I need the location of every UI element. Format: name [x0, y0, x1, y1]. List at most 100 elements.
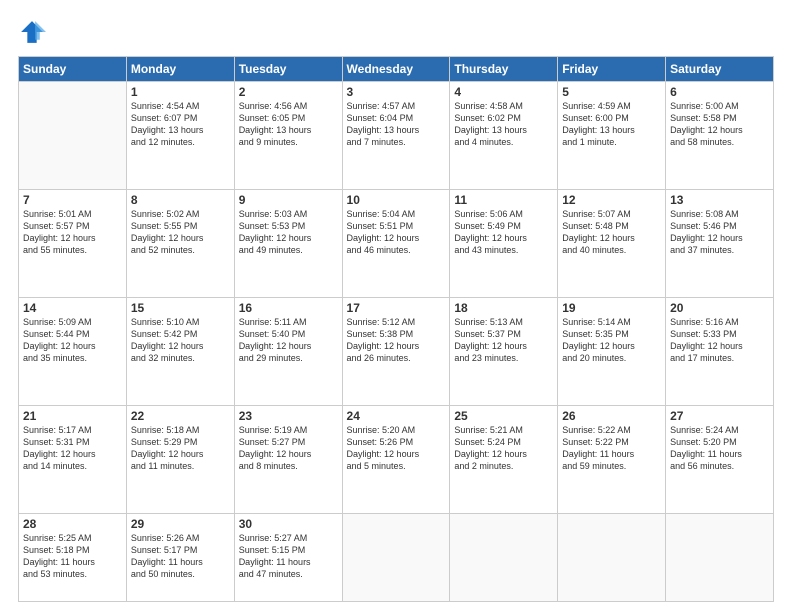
day-number: 13: [670, 193, 769, 207]
cell-info: Sunrise: 5:11 AMSunset: 5:40 PMDaylight:…: [239, 316, 338, 365]
week-row-1: 7Sunrise: 5:01 AMSunset: 5:57 PMDaylight…: [19, 189, 774, 297]
cell-info: Sunrise: 5:07 AMSunset: 5:48 PMDaylight:…: [562, 208, 661, 257]
calendar-cell: 20Sunrise: 5:16 AMSunset: 5:33 PMDayligh…: [666, 297, 774, 405]
page: SundayMondayTuesdayWednesdayThursdayFrid…: [0, 0, 792, 612]
week-row-2: 14Sunrise: 5:09 AMSunset: 5:44 PMDayligh…: [19, 297, 774, 405]
cell-info: Sunrise: 5:13 AMSunset: 5:37 PMDaylight:…: [454, 316, 553, 365]
day-number: 12: [562, 193, 661, 207]
cell-info: Sunrise: 5:25 AMSunset: 5:18 PMDaylight:…: [23, 532, 122, 581]
calendar-cell: 19Sunrise: 5:14 AMSunset: 5:35 PMDayligh…: [558, 297, 666, 405]
calendar-cell: 12Sunrise: 5:07 AMSunset: 5:48 PMDayligh…: [558, 189, 666, 297]
cell-info: Sunrise: 5:21 AMSunset: 5:24 PMDaylight:…: [454, 424, 553, 473]
day-number: 14: [23, 301, 122, 315]
cell-info: Sunrise: 5:18 AMSunset: 5:29 PMDaylight:…: [131, 424, 230, 473]
calendar-cell: [450, 513, 558, 601]
cell-info: Sunrise: 5:10 AMSunset: 5:42 PMDaylight:…: [131, 316, 230, 365]
day-number: 3: [347, 85, 446, 99]
day-header-sunday: Sunday: [19, 57, 127, 82]
cell-info: Sunrise: 4:58 AMSunset: 6:02 PMDaylight:…: [454, 100, 553, 149]
day-number: 17: [347, 301, 446, 315]
day-number: 11: [454, 193, 553, 207]
calendar-cell: 13Sunrise: 5:08 AMSunset: 5:46 PMDayligh…: [666, 189, 774, 297]
calendar-cell: [666, 513, 774, 601]
day-number: 20: [670, 301, 769, 315]
day-number: 15: [131, 301, 230, 315]
day-number: 18: [454, 301, 553, 315]
cell-info: Sunrise: 5:17 AMSunset: 5:31 PMDaylight:…: [23, 424, 122, 473]
calendar-cell: 17Sunrise: 5:12 AMSunset: 5:38 PMDayligh…: [342, 297, 450, 405]
cell-info: Sunrise: 5:01 AMSunset: 5:57 PMDaylight:…: [23, 208, 122, 257]
cell-info: Sunrise: 5:24 AMSunset: 5:20 PMDaylight:…: [670, 424, 769, 473]
day-number: 8: [131, 193, 230, 207]
day-number: 25: [454, 409, 553, 423]
cell-info: Sunrise: 5:00 AMSunset: 5:58 PMDaylight:…: [670, 100, 769, 149]
logo: [18, 18, 50, 46]
cell-info: Sunrise: 5:19 AMSunset: 5:27 PMDaylight:…: [239, 424, 338, 473]
day-number: 10: [347, 193, 446, 207]
calendar-cell: 15Sunrise: 5:10 AMSunset: 5:42 PMDayligh…: [126, 297, 234, 405]
day-number: 7: [23, 193, 122, 207]
calendar-cell: [342, 513, 450, 601]
day-number: 5: [562, 85, 661, 99]
cell-info: Sunrise: 5:04 AMSunset: 5:51 PMDaylight:…: [347, 208, 446, 257]
calendar-cell: 14Sunrise: 5:09 AMSunset: 5:44 PMDayligh…: [19, 297, 127, 405]
calendar-cell: [19, 82, 127, 190]
calendar-cell: 4Sunrise: 4:58 AMSunset: 6:02 PMDaylight…: [450, 82, 558, 190]
calendar-cell: 10Sunrise: 5:04 AMSunset: 5:51 PMDayligh…: [342, 189, 450, 297]
calendar-cell: 16Sunrise: 5:11 AMSunset: 5:40 PMDayligh…: [234, 297, 342, 405]
calendar-cell: 11Sunrise: 5:06 AMSunset: 5:49 PMDayligh…: [450, 189, 558, 297]
day-number: 28: [23, 517, 122, 531]
calendar-cell: 25Sunrise: 5:21 AMSunset: 5:24 PMDayligh…: [450, 405, 558, 513]
day-number: 2: [239, 85, 338, 99]
cell-info: Sunrise: 5:08 AMSunset: 5:46 PMDaylight:…: [670, 208, 769, 257]
day-number: 24: [347, 409, 446, 423]
calendar-cell: 7Sunrise: 5:01 AMSunset: 5:57 PMDaylight…: [19, 189, 127, 297]
day-number: 29: [131, 517, 230, 531]
cell-info: Sunrise: 5:20 AMSunset: 5:26 PMDaylight:…: [347, 424, 446, 473]
cell-info: Sunrise: 4:56 AMSunset: 6:05 PMDaylight:…: [239, 100, 338, 149]
calendar-cell: 22Sunrise: 5:18 AMSunset: 5:29 PMDayligh…: [126, 405, 234, 513]
calendar-cell: 21Sunrise: 5:17 AMSunset: 5:31 PMDayligh…: [19, 405, 127, 513]
cell-info: Sunrise: 5:14 AMSunset: 5:35 PMDaylight:…: [562, 316, 661, 365]
calendar-cell: 24Sunrise: 5:20 AMSunset: 5:26 PMDayligh…: [342, 405, 450, 513]
calendar-cell: 27Sunrise: 5:24 AMSunset: 5:20 PMDayligh…: [666, 405, 774, 513]
cell-info: Sunrise: 5:22 AMSunset: 5:22 PMDaylight:…: [562, 424, 661, 473]
cell-info: Sunrise: 4:59 AMSunset: 6:00 PMDaylight:…: [562, 100, 661, 149]
week-row-0: 1Sunrise: 4:54 AMSunset: 6:07 PMDaylight…: [19, 82, 774, 190]
day-number: 19: [562, 301, 661, 315]
cell-info: Sunrise: 5:03 AMSunset: 5:53 PMDaylight:…: [239, 208, 338, 257]
calendar-cell: 1Sunrise: 4:54 AMSunset: 6:07 PMDaylight…: [126, 82, 234, 190]
day-header-row: SundayMondayTuesdayWednesdayThursdayFrid…: [19, 57, 774, 82]
day-number: 1: [131, 85, 230, 99]
cell-info: Sunrise: 5:02 AMSunset: 5:55 PMDaylight:…: [131, 208, 230, 257]
day-number: 9: [239, 193, 338, 207]
cell-info: Sunrise: 5:12 AMSunset: 5:38 PMDaylight:…: [347, 316, 446, 365]
day-header-monday: Monday: [126, 57, 234, 82]
calendar-cell: 9Sunrise: 5:03 AMSunset: 5:53 PMDaylight…: [234, 189, 342, 297]
calendar-cell: 18Sunrise: 5:13 AMSunset: 5:37 PMDayligh…: [450, 297, 558, 405]
calendar-table: SundayMondayTuesdayWednesdayThursdayFrid…: [18, 56, 774, 602]
cell-info: Sunrise: 4:54 AMSunset: 6:07 PMDaylight:…: [131, 100, 230, 149]
day-number: 21: [23, 409, 122, 423]
calendar-cell: [558, 513, 666, 601]
header: [18, 18, 774, 46]
logo-icon: [18, 18, 46, 46]
day-header-tuesday: Tuesday: [234, 57, 342, 82]
day-number: 26: [562, 409, 661, 423]
day-header-friday: Friday: [558, 57, 666, 82]
week-row-3: 21Sunrise: 5:17 AMSunset: 5:31 PMDayligh…: [19, 405, 774, 513]
cell-info: Sunrise: 5:09 AMSunset: 5:44 PMDaylight:…: [23, 316, 122, 365]
day-header-saturday: Saturday: [666, 57, 774, 82]
calendar-cell: 2Sunrise: 4:56 AMSunset: 6:05 PMDaylight…: [234, 82, 342, 190]
day-number: 27: [670, 409, 769, 423]
day-number: 23: [239, 409, 338, 423]
calendar-cell: 3Sunrise: 4:57 AMSunset: 6:04 PMDaylight…: [342, 82, 450, 190]
cell-info: Sunrise: 5:26 AMSunset: 5:17 PMDaylight:…: [131, 532, 230, 581]
day-number: 30: [239, 517, 338, 531]
week-row-4: 28Sunrise: 5:25 AMSunset: 5:18 PMDayligh…: [19, 513, 774, 601]
cell-info: Sunrise: 5:27 AMSunset: 5:15 PMDaylight:…: [239, 532, 338, 581]
calendar-cell: 23Sunrise: 5:19 AMSunset: 5:27 PMDayligh…: [234, 405, 342, 513]
calendar-cell: 28Sunrise: 5:25 AMSunset: 5:18 PMDayligh…: [19, 513, 127, 601]
calendar-cell: 6Sunrise: 5:00 AMSunset: 5:58 PMDaylight…: [666, 82, 774, 190]
calendar-cell: 30Sunrise: 5:27 AMSunset: 5:15 PMDayligh…: [234, 513, 342, 601]
